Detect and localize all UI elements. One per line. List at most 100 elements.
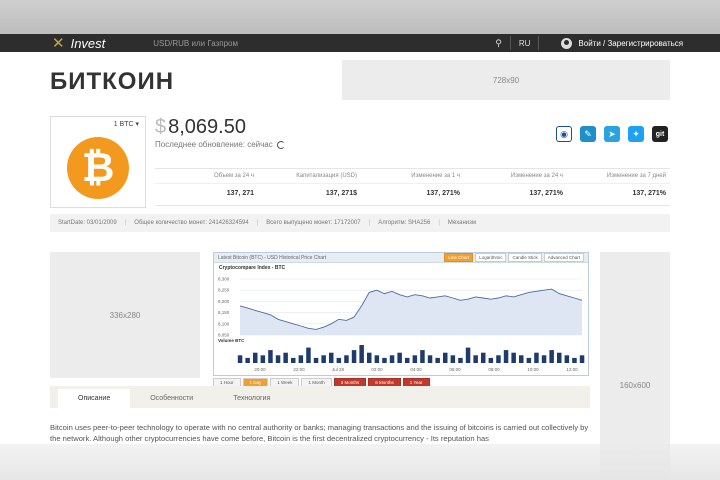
nav-divider: [509, 36, 511, 50]
last-update: Последнее обновление: сейчас: [155, 140, 285, 149]
y-tick-label: 8,300: [218, 277, 230, 282]
chart-type-advanced[interactable]: Advanced Chart: [543, 253, 584, 262]
unit-selector[interactable]: 1 BTC ▾: [114, 120, 139, 128]
tab-technology[interactable]: Технология: [213, 389, 290, 408]
steemit-icon[interactable]: ◉: [556, 126, 572, 142]
volume-bar: [237, 355, 243, 363]
volume-bar: [435, 357, 440, 363]
volume-bar: [473, 355, 478, 363]
volume-bar: [260, 355, 266, 363]
volume-bar: [275, 355, 281, 363]
x-tick-label: 20:00: [254, 367, 266, 372]
x-tick-label: 04:00: [410, 367, 422, 372]
x-tick-label: 10:00: [527, 367, 539, 372]
volume-bar: [526, 357, 532, 363]
chart-header-title: Latest Bitcoin (BTC) - USD Historical Pr…: [218, 254, 327, 261]
meta-issued: Всего выпущено монет: 17172007: [266, 220, 361, 226]
language-selector[interactable]: RU: [519, 39, 531, 48]
update-label: Последнее обновление: сейчас: [155, 140, 273, 149]
y-tick-label: 8,100: [218, 321, 230, 326]
x-tick-label: 08:00: [488, 367, 500, 372]
volume-bar: [298, 355, 304, 363]
twitter-icon[interactable]: ✦: [628, 126, 644, 142]
tab-description[interactable]: Описание: [58, 389, 131, 408]
volume-bar: [534, 352, 539, 363]
stat-header: Объем за 24 ч: [213, 173, 254, 179]
ad-banner-left[interactable]: 336x280: [50, 252, 200, 378]
coin-card: 1 BTC ▾ ₿: [50, 116, 146, 208]
user-icon[interactable]: [561, 37, 573, 49]
stat-value: 137, 271$: [258, 183, 361, 205]
livejournal-icon[interactable]: ✎: [580, 126, 596, 142]
volume-bar: [351, 350, 357, 363]
x-tick-label: 06:00: [449, 367, 461, 372]
volume-bar: [367, 352, 372, 363]
volume-bar: [549, 350, 554, 363]
price-display: $8,069.50: [155, 116, 246, 139]
tab-features[interactable]: Особенности: [130, 389, 213, 408]
x-tick-label: 02:00: [371, 367, 383, 372]
chart-type-candle[interactable]: Candle Stick: [508, 253, 542, 262]
currency-symbol: $: [155, 116, 167, 138]
volume-bar: [488, 357, 494, 363]
site-logo[interactable]: ✕ Invest: [52, 34, 105, 52]
volume-label: Volume BTC: [218, 338, 245, 343]
volume-bar: [420, 350, 425, 363]
volume-bar: [374, 355, 380, 363]
volume-bar: [389, 355, 395, 363]
stat-header: Изменение за 24 ч: [510, 173, 563, 179]
volume-bar: [268, 350, 273, 363]
browser-bottom-fade: [0, 444, 720, 480]
telegram-icon[interactable]: ➤: [604, 126, 620, 142]
login-link[interactable]: Войти / Зарегистрироваться: [578, 39, 683, 48]
volume-bar: [450, 355, 456, 363]
stat-header: Изменение за 1 ч: [411, 173, 460, 179]
price-value: 8,069.50: [168, 116, 246, 138]
stat-value: 137, 271: [155, 183, 258, 205]
volume-bar: [564, 355, 570, 363]
chart-plot[interactable]: 8,050 8,100 8,150 8,200 8,250 8,300 Volume BTC…: [214, 263, 588, 375]
chart-type-log[interactable]: Logarithmic: [475, 253, 507, 262]
refresh-spinner-icon[interactable]: [276, 140, 285, 149]
volume-bar: [458, 357, 463, 363]
meta-start-date: StartDate: 03/01/2009: [58, 220, 117, 226]
volume-bar: [557, 352, 562, 363]
page-title: БИТКОИН: [50, 68, 175, 95]
stats-table: Объем за 24 ч Капитализация (USD) Измене…: [155, 168, 670, 206]
logo-text: Invest: [70, 35, 106, 51]
volume-bar: [579, 355, 585, 363]
volume-bar: [306, 347, 311, 363]
volume-bar: [519, 355, 524, 363]
bitcoin-logo-icon: ₿: [67, 137, 129, 199]
volume-bar: [382, 357, 387, 363]
volume-bar: [465, 347, 471, 363]
volume-bar: [481, 352, 486, 363]
main-content: БИТКОИН 728x90 1 BTC ▾ ₿ $8,069.50 После…: [0, 52, 720, 480]
stat-value: 137, 271%: [361, 183, 464, 205]
y-tick-label: 8,200: [218, 299, 230, 304]
git-icon[interactable]: git: [652, 126, 668, 142]
stat-header: Капитализация (USD): [296, 173, 357, 179]
volume-bar: [541, 355, 547, 363]
volume-bar: [405, 357, 410, 363]
meta-total-coins: Общее количество монет: 241426324594: [134, 220, 249, 226]
nav-divider: [538, 36, 540, 50]
top-navbar: ✕ Invest ⚲ RU Войти / Зарегистрироваться: [0, 34, 720, 52]
y-tick-label: 8,150: [218, 310, 230, 315]
chart-header: Latest Bitcoin (BTC) - USD Historical Pr…: [214, 253, 588, 263]
volume-bar: [313, 357, 319, 363]
search-icon[interactable]: ⚲: [495, 38, 502, 49]
x-tick-label: Jul 28: [332, 367, 345, 372]
stat-value: 137, 271%: [567, 183, 670, 205]
ad-banner-top[interactable]: 728x90: [342, 60, 670, 100]
chart-type-line[interactable]: Line Chart: [444, 253, 474, 262]
meta-algorithm: Алгоритм: SHA256: [378, 220, 431, 226]
volume-bar: [427, 355, 433, 363]
search-input[interactable]: [153, 36, 494, 50]
volume-bar: [336, 357, 342, 363]
info-tabs: Описание Особенности Технология: [50, 386, 590, 408]
volume-bar: [253, 352, 258, 363]
y-tick-label: 8,250: [218, 288, 230, 293]
x-tick-label: 12:00: [566, 367, 578, 372]
coin-meta-bar: StartDate: 03/01/2009 | Общее количество …: [50, 214, 670, 232]
